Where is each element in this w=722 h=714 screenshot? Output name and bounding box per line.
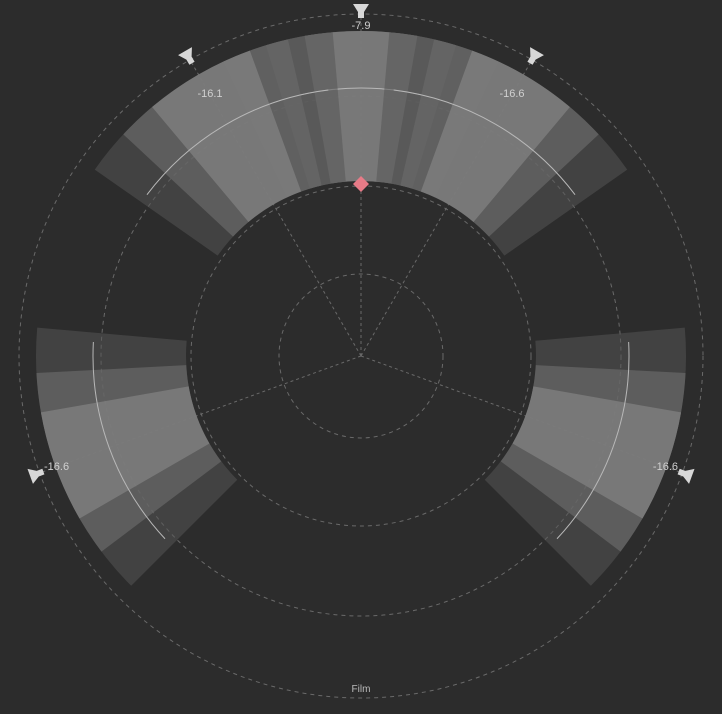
speaker-icon[interactable] [523,47,544,67]
speaker-icon[interactable] [178,47,199,67]
surround-panner[interactable]: -7.9-16.1-16.6-16.6-16.6 Film [0,0,722,714]
speaker-4[interactable] [485,328,695,586]
speaker-1[interactable] [95,32,346,255]
speaker-2[interactable] [376,32,627,255]
speaker-icon[interactable] [27,464,46,484]
speaker-icon[interactable] [676,464,695,484]
panner-canvas [0,0,722,714]
speaker-icon[interactable] [353,4,369,18]
speaker-3[interactable] [27,328,237,586]
